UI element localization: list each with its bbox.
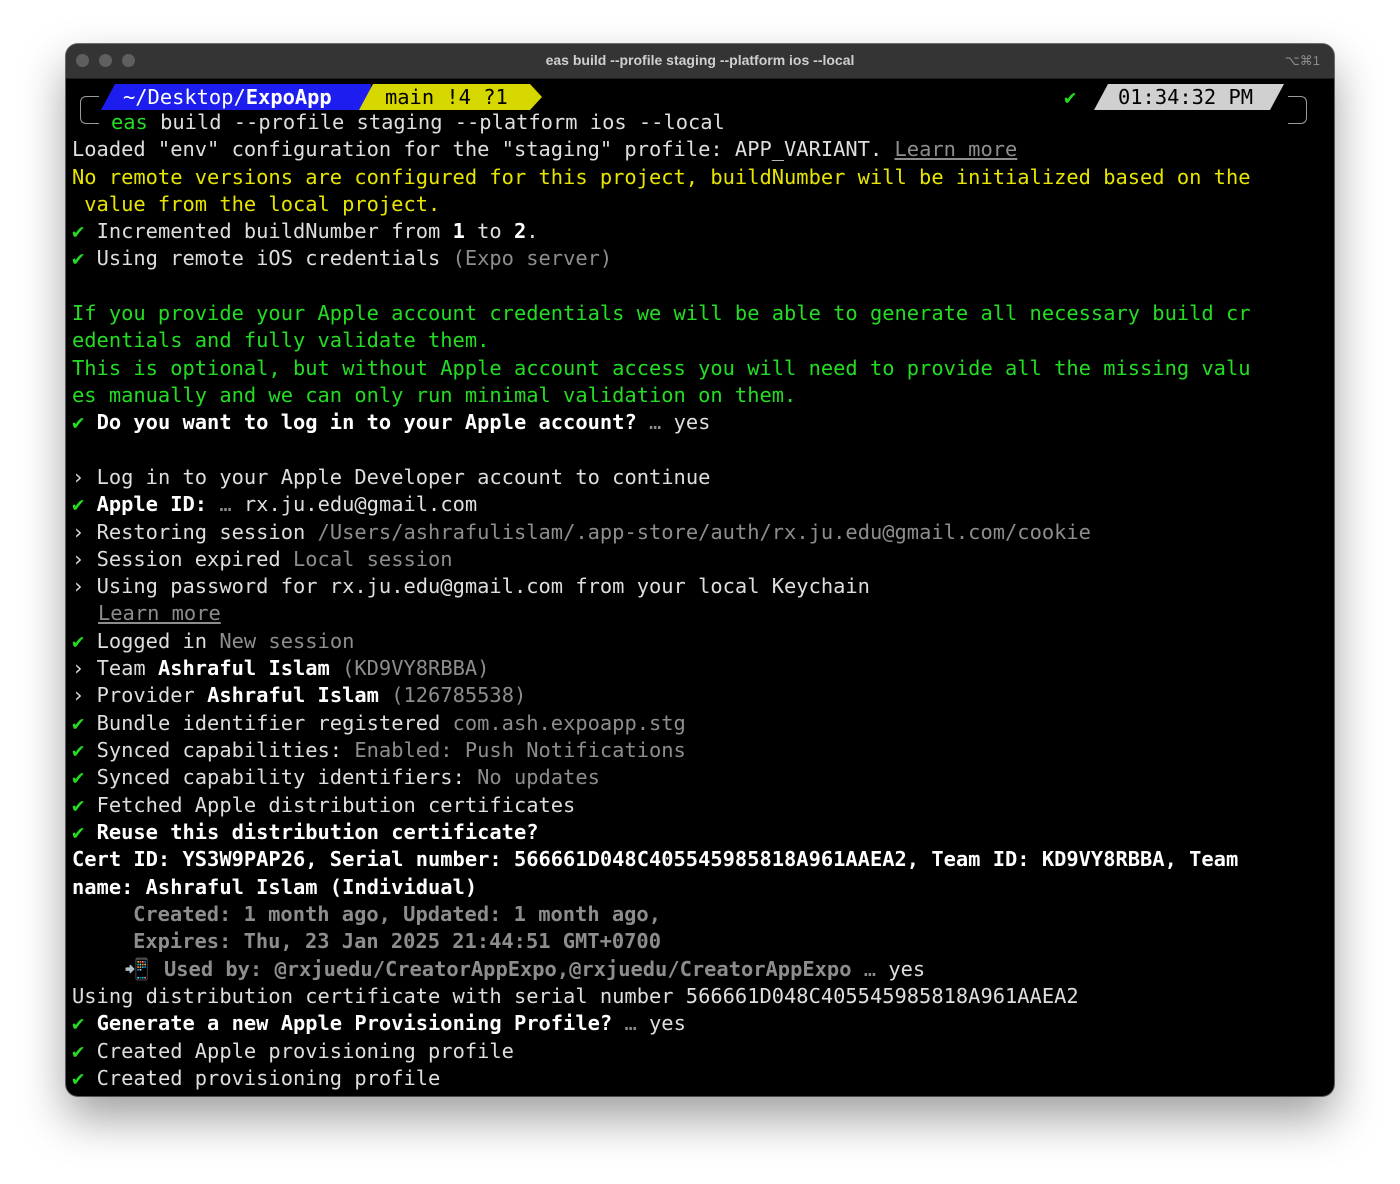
prompt-path-prefix: ~/Desktop/: [123, 85, 246, 109]
output-line: ✔ Created provisioning profile: [72, 1066, 441, 1090]
check-icon: ✔: [72, 765, 85, 789]
output-line: ✔ Created Apple provisioning profile: [72, 1039, 514, 1063]
output-line: name: Ashraful Islam (Individual): [72, 875, 478, 899]
command-line: eas build --profile staging --platform i…: [111, 109, 725, 136]
output-line: If you provide your Apple account creden…: [72, 301, 1251, 325]
title-bar: eas build --profile staging --platform i…: [66, 44, 1334, 79]
arrow-icon: ›: [72, 465, 85, 489]
terminal-output[interactable]: ~/Desktop/ExpoApp main !4 ?1 ✔ 01:34:32 …: [66, 79, 1334, 1096]
learn-more-link[interactable]: Learn more: [98, 601, 221, 625]
output-line: Cert ID: YS3W9PAP26, Serial number: 5666…: [72, 847, 1239, 871]
arrow-icon: ›: [72, 656, 85, 680]
arrow-icon: ›: [72, 520, 85, 544]
output-line: No remote versions are configured for th…: [72, 165, 1251, 189]
prompt-path-dir: ExpoApp: [245, 85, 332, 109]
check-icon: ✔: [72, 1039, 85, 1063]
command-args: build --profile staging --platform ios -…: [147, 110, 725, 134]
terminal-window: eas build --profile staging --platform i…: [66, 44, 1334, 1096]
output-line: › Session expired Local session: [72, 547, 453, 571]
window-shortcut: ⌥⌘1: [1284, 53, 1320, 68]
output-line: Loaded "env" configuration for the "stag…: [72, 137, 1018, 161]
output-line: ✔ Generate a new Apple Provisioning Prof…: [72, 1011, 686, 1035]
arrow-icon: ›: [72, 547, 85, 571]
output-line: ✔ Synced capability identifiers: No upda…: [72, 765, 600, 789]
output-line: 📲 Used by: @rxjuedu/CreatorAppExpo,@rxjue…: [124, 956, 925, 983]
window-title: eas build --profile staging --platform i…: [545, 52, 855, 68]
output-line: › Team Ashraful Islam (KD9VY8RBBA): [72, 656, 490, 680]
output-line: ✔ Incremented buildNumber from 1 to 2.: [72, 219, 539, 243]
output-line: value from the local project.: [72, 192, 441, 216]
prompt-time-segment: 01:34:32 PM: [1094, 84, 1284, 110]
check-icon: ✔: [72, 219, 85, 243]
check-icon: ✔: [72, 820, 85, 844]
output-line: es manually and we can only run minimal …: [72, 383, 797, 407]
output-line: › Provider Ashraful Islam (126785538): [72, 683, 527, 707]
prompt-bracket-right: [1288, 96, 1307, 124]
check-icon: ✔: [72, 492, 85, 516]
output-line: Using distribution certificate with seri…: [72, 984, 1079, 1008]
check-icon: ✔: [72, 410, 85, 434]
output-line: ✔ Bundle identifier registered com.ash.e…: [72, 711, 686, 735]
check-icon: ✔: [72, 793, 85, 817]
check-icon: ✔: [72, 738, 85, 762]
prompt-path-segment: ~/Desktop/ExpoApp: [101, 84, 371, 110]
output-line: Learn more: [98, 600, 221, 627]
check-icon: ✔: [72, 1066, 85, 1090]
output-line: ✔ Synced capabilities: Enabled: Push Not…: [72, 738, 686, 762]
output-line: This is optional, but without Apple acco…: [72, 356, 1251, 380]
check-icon: ✔: [72, 246, 85, 270]
output-line: ✔ Reuse this distribution certificate?: [72, 820, 539, 844]
prompt-status-check-icon: ✔: [1064, 85, 1077, 109]
check-icon: ✔: [72, 629, 85, 653]
prompt-git-segment: main !4 ?1: [359, 84, 542, 110]
mobile-phone-arrow-icon: 📲: [124, 957, 150, 981]
output-line: ✔ Logged in New session: [72, 629, 355, 653]
output-line: ✔ Using remote iOS credentials (Expo ser…: [72, 246, 613, 270]
learn-more-link[interactable]: Learn more: [895, 137, 1018, 161]
check-icon: ✔: [72, 711, 85, 735]
output-line: › Restoring session /Users/ashrafulislam…: [72, 520, 1091, 544]
arrow-icon: ›: [72, 683, 85, 707]
prompt-bracket-left: [80, 96, 99, 124]
output-line: edentials and fully validate them.: [72, 328, 490, 352]
output-line: › Log in to your Apple Developer account…: [72, 465, 711, 489]
output-line: ✔ Fetched Apple distribution certificate…: [72, 793, 576, 817]
arrow-icon: ›: [72, 574, 85, 598]
output-line: ✔ Do you want to log in to your Apple ac…: [72, 410, 711, 434]
output-line: ✔ Apple ID: … rx.ju.edu@gmail.com: [72, 492, 478, 516]
command-name: eas: [111, 110, 148, 134]
output-line: › Using password for rx.ju.edu@gmail.com…: [72, 574, 870, 598]
output-line: Expires: Thu, 23 Jan 2025 21:44:51 GMT+0…: [84, 929, 661, 953]
check-icon: ✔: [72, 1011, 85, 1035]
output-line: Created: 1 month ago, Updated: 1 month a…: [84, 902, 661, 926]
